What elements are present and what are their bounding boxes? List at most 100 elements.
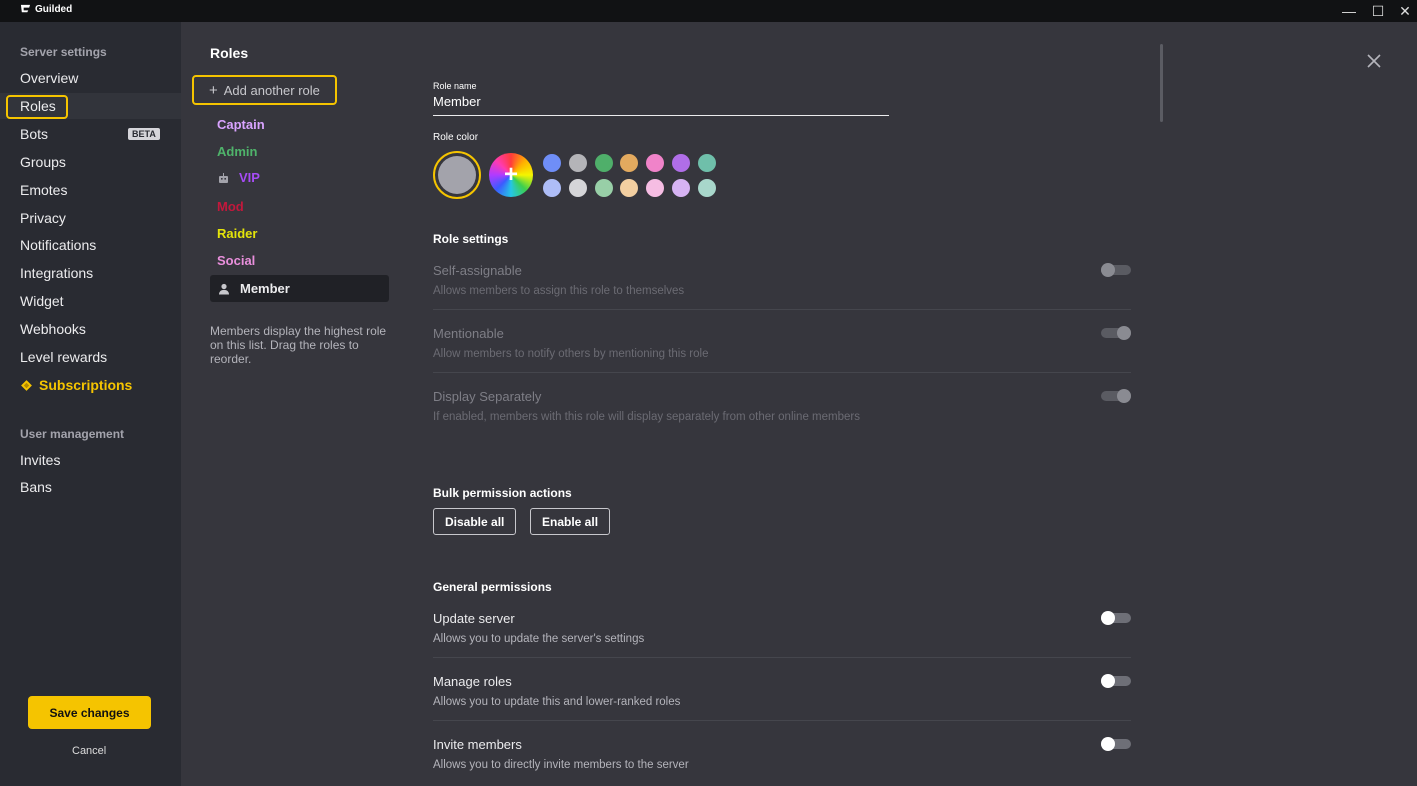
custom-color-button[interactable]: + — [489, 153, 533, 197]
color-swatch[interactable] — [620, 154, 639, 172]
save-changes-button[interactable]: Save changes — [28, 696, 151, 729]
manage-roles-toggle[interactable] — [1101, 674, 1131, 688]
role-item-captain[interactable]: Captain — [217, 117, 265, 132]
color-swatch[interactable] — [697, 179, 716, 197]
enable-all-button[interactable]: Enable all — [530, 508, 611, 535]
cancel-link[interactable]: Cancel — [72, 745, 106, 757]
bot-icon — [219, 172, 228, 183]
sidebar-item-bots[interactable]: Bots — [20, 126, 48, 142]
close-settings-button[interactable] — [1367, 48, 1381, 74]
update-server-toggle[interactable] — [1101, 611, 1131, 625]
guilded-logo-icon — [20, 4, 31, 13]
permission-update-server: Update server Allows you to update the s… — [433, 611, 644, 646]
setting-mentionable: Mentionable Allow members to notify othe… — [433, 326, 708, 361]
setting-title: Display Separately — [433, 389, 542, 404]
color-swatch[interactable] — [543, 154, 561, 172]
sidebar-item-label: Subscriptions — [39, 377, 133, 393]
sidebar-item-groups[interactable]: Groups — [20, 154, 66, 170]
setting-title: Mentionable — [433, 326, 504, 341]
roles-help-text: Members display the highest role on this… — [210, 324, 387, 366]
sidebar-heading-user-management: User management — [20, 427, 125, 441]
sidebar-item-overview[interactable]: Overview — [20, 70, 78, 86]
color-swatch[interactable] — [697, 154, 716, 172]
sidebar-item-invites[interactable]: Invites — [20, 452, 60, 468]
color-swatch[interactable] — [594, 179, 613, 197]
close-icon: ✕ — [1399, 2, 1411, 19]
add-role-button[interactable]: + Add another role — [192, 75, 337, 105]
roles-title: Roles — [210, 45, 249, 61]
main-panel: Roles + Add another role Captain Admin V… — [181, 22, 1417, 786]
selected-color-swatch[interactable] — [433, 151, 481, 199]
sidebar-item-privacy[interactable]: Privacy — [20, 210, 66, 226]
setting-desc: If enabled, members with this role will … — [433, 411, 860, 423]
role-label: Member — [240, 281, 290, 296]
maximize-icon: ☐ — [1371, 2, 1385, 19]
color-swatch[interactable] — [646, 154, 665, 172]
minimize-icon: — — [1342, 3, 1356, 19]
add-role-label: Add another role — [223, 82, 320, 98]
color-swatch[interactable] — [568, 179, 587, 197]
title-bar: Guilded — ☐ ✕ — [0, 0, 1417, 22]
color-swatch[interactable] — [646, 179, 665, 197]
bulk-permissions-heading: Bulk permission actions — [433, 486, 572, 500]
settings-sidebar: Server settings Overview Roles Bots BETA… — [0, 22, 181, 786]
role-item-member[interactable]: Member — [210, 275, 389, 302]
diamond-icon — [21, 379, 32, 391]
user-icon — [219, 283, 229, 294]
sidebar-item-roles[interactable]: Roles — [20, 98, 56, 114]
beta-badge: BETA — [128, 128, 160, 140]
role-name-input[interactable]: Member — [433, 94, 889, 116]
disable-all-button[interactable]: Disable all — [433, 508, 517, 535]
permission-manage-roles: Manage roles Allows you to update this a… — [433, 674, 680, 709]
color-swatch[interactable] — [620, 179, 639, 197]
setting-display-separately: Display Separately If enabled, members w… — [433, 389, 863, 424]
color-swatch[interactable] — [672, 154, 690, 172]
divider — [433, 720, 1131, 721]
app-logo: Guilded — [20, 4, 72, 15]
general-permissions-heading: General permissions — [433, 580, 552, 594]
sidebar-item-integrations[interactable]: Integrations — [20, 265, 93, 281]
display-separately-toggle[interactable] — [1101, 389, 1131, 403]
minimize-button[interactable]: — — [1334, 0, 1364, 22]
plus-icon: + — [209, 81, 218, 99]
color-swatch[interactable] — [543, 179, 561, 197]
permission-title: Update server — [433, 611, 515, 626]
role-item-mod[interactable]: Mod — [217, 199, 244, 214]
sidebar-heading: Server settings — [20, 45, 107, 59]
sidebar-item-webhooks[interactable]: Webhooks — [20, 321, 86, 337]
color-swatch[interactable] — [594, 154, 613, 172]
permission-desc: Allows you to update this and lower-rank… — [433, 696, 681, 708]
app-title: Guilded — [35, 4, 73, 15]
role-item-raider[interactable]: Raider — [217, 226, 257, 241]
divider — [433, 309, 1131, 310]
color-swatch[interactable] — [672, 179, 690, 197]
role-item-vip[interactable]: VIP — [217, 170, 260, 185]
close-window-button[interactable]: ✕ — [1390, 0, 1417, 22]
sidebar-item-emotes[interactable]: Emotes — [20, 182, 67, 198]
permission-title: Manage roles — [433, 674, 512, 689]
setting-desc: Allow members to notify others by mentio… — [433, 348, 709, 360]
permission-desc: Allows you to directly invite members to… — [433, 759, 689, 771]
sidebar-item-widget[interactable]: Widget — [20, 293, 64, 309]
scrollbar[interactable] — [1160, 44, 1163, 122]
divider — [433, 657, 1131, 658]
role-color-label: Role color — [433, 132, 479, 143]
plus-icon: + — [503, 161, 518, 188]
sidebar-item-bans[interactable]: Bans — [20, 479, 52, 495]
role-item-admin[interactable]: Admin — [217, 144, 257, 159]
sidebar-item-notifications[interactable]: Notifications — [20, 237, 96, 253]
sidebar-item-level-rewards[interactable]: Level rewards — [20, 349, 107, 365]
invite-members-toggle[interactable] — [1101, 737, 1131, 751]
maximize-button[interactable]: ☐ — [1363, 0, 1393, 22]
permission-invite-members: Invite members Allows you to directly in… — [433, 737, 689, 772]
sidebar-item-subscriptions[interactable]: Subscriptions — [20, 377, 132, 393]
close-icon — [1367, 54, 1381, 68]
self-assignable-toggle[interactable] — [1101, 263, 1131, 277]
color-swatch[interactable] — [568, 154, 587, 172]
setting-self-assignable: Self-assignable Allows members to assign… — [433, 263, 684, 298]
mentionable-toggle[interactable] — [1101, 326, 1131, 340]
role-item-social[interactable]: Social — [217, 253, 255, 268]
role-name-label: Role name — [433, 81, 477, 91]
setting-desc: Allows members to assign this role to th… — [433, 285, 685, 297]
role-label: VIP — [239, 170, 260, 185]
